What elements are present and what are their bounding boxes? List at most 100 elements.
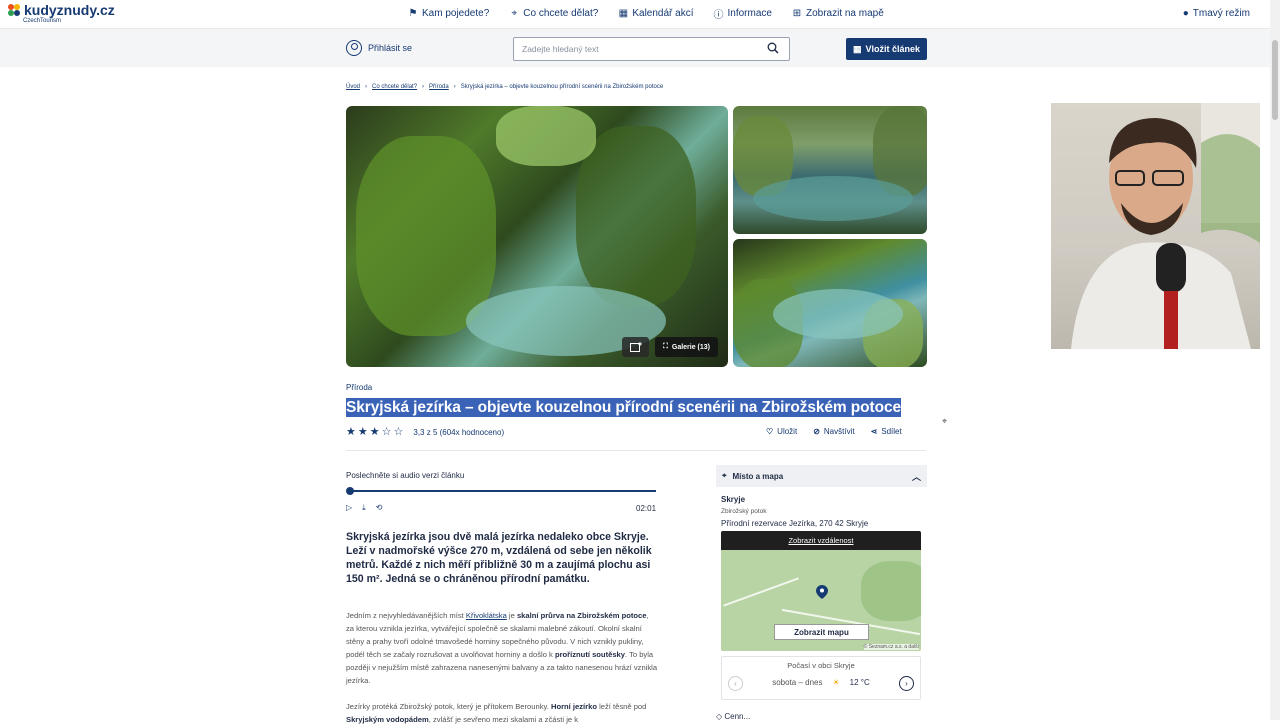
play-icon[interactable]: ▷ — [346, 503, 352, 513]
weather-title: Počasí v obci Skryje — [787, 661, 855, 670]
nav-item-calendar[interactable]: ▦ Kalendář akcí — [618, 8, 694, 19]
pin-icon: ⌖ — [511, 8, 518, 19]
add-article-button[interactable]: ▦ Vložit článek — [846, 38, 927, 60]
audio-title: Poslechněte si audio verzi článku — [346, 471, 465, 480]
download-icon[interactable]: ⤓ — [362, 503, 366, 513]
map-forest — [861, 561, 921, 621]
text: je — [506, 611, 517, 620]
breadcrumb-activities[interactable]: Co chcete dělat? — [372, 84, 417, 90]
nav-item-info[interactable]: ⓘ Informace — [713, 8, 772, 21]
weather-widget: Počasí v obci Skryje ‹ sobota – dnes ☀ 1… — [721, 656, 921, 700]
audio-controls: ▷ ⤓ ⟲ — [346, 503, 382, 513]
logo-star-icon — [8, 4, 21, 17]
sun-icon: ☀ — [832, 678, 840, 687]
breadcrumb-home[interactable]: Úvod — [346, 84, 360, 90]
calendar-icon: ▦ — [618, 8, 629, 19]
text: Jezírky protéká Zbirožský potok, který j… — [346, 702, 551, 711]
place-name: Skryje — [721, 495, 746, 504]
scrollbar[interactable] — [1270, 0, 1280, 720]
speed-icon[interactable]: ⟲ — [376, 503, 383, 513]
add-to-list-button[interactable] — [622, 337, 649, 357]
search-icon[interactable] — [767, 42, 779, 54]
login-label: Přihlásit se — [368, 43, 413, 53]
article-category[interactable]: Příroda — [346, 383, 372, 392]
logo-sub: CzechTourism — [23, 18, 62, 24]
rating[interactable]: ★ ★ ★ ☆ ☆ 3,3 z 5 (604x hodnoceno) — [346, 426, 505, 438]
share-button[interactable]: ⋖ Sdílet — [871, 427, 902, 436]
dark-mode-toggle[interactable]: ● Tmavý režim — [1183, 8, 1250, 19]
star-filled-icon: ★ — [357, 426, 368, 438]
audio-progress[interactable] — [350, 490, 656, 492]
nav-label: Informace — [727, 8, 772, 19]
chevron-up-icon[interactable]: ︿ — [912, 470, 921, 483]
login-button[interactable]: Přihlásit se — [346, 40, 412, 56]
text-bold: Horní jezírko — [550, 702, 597, 711]
save-button[interactable]: ♡ Uložit — [766, 427, 797, 436]
save-label: Uložit — [777, 427, 798, 436]
search-input[interactable]: Zadejte hledaný text — [513, 37, 790, 61]
star-filled-icon: ★ — [346, 426, 356, 438]
nav-label: Kam pojedete? — [422, 8, 490, 19]
link-krivoklatsko[interactable]: Křivoklátska — [466, 611, 507, 620]
chevron-right-icon: › — [365, 84, 368, 90]
map-pin-icon — [816, 585, 828, 599]
logo-text: kudyznudy.cz — [24, 2, 115, 18]
photo-thumb-1[interactable] — [733, 106, 927, 234]
text: Jedním z nejvyhledávanějších míst — [346, 611, 466, 620]
main-menu: ⚑ Kam pojedete? ⌖ Co chcete dělat? ▦ Kalend… — [408, 8, 884, 21]
site-logo[interactable]: kudyznudy.cz CzechTourism — [8, 2, 115, 24]
gallery-button[interactable]: ⛶ Galerie (13) — [655, 337, 718, 357]
nav-item-destinations[interactable]: ⚑ Kam pojedete? — [408, 8, 490, 19]
star-filled-icon: ★ — [369, 426, 380, 438]
dark-mode-label: Tmavý režim — [1192, 8, 1250, 19]
top-nav: kudyznudy.cz CzechTourism ⚑ Kam pojedete?… — [0, 0, 1270, 29]
chevron-right-icon[interactable]: › — [899, 676, 914, 691]
show-map-button[interactable]: Zobrazit mapu — [774, 624, 869, 640]
article-paragraph: Jedním z nejvyhledávanějších míst Křivok… — [346, 609, 658, 687]
location-pin-icon: ⌖ — [722, 471, 727, 480]
map-icon: ⊞ — [792, 8, 802, 19]
text: leží těsně pod — [596, 702, 647, 711]
article-lead: Skryjská jezírka jsou dvě malá jezírka n… — [346, 531, 652, 585]
article-paragraph: Jezírky protéká Zbirožský potok, který j… — [346, 700, 658, 726]
map-copyright: © Seznam.cz a.s. a další — [863, 644, 919, 650]
main-photo[interactable] — [346, 106, 728, 367]
nav-label: Zobrazit na mapě — [805, 8, 884, 19]
place-header-label: Místo a mapa — [732, 471, 784, 481]
photo-thumb-2[interactable] — [733, 239, 927, 367]
audio-progress-handle[interactable] — [346, 487, 354, 495]
place-address: Přírodní rezervace Jezírka, 270 42 Skryj… — [721, 519, 869, 528]
visit-button[interactable]: ⊘ Navštívit — [813, 427, 854, 436]
breadcrumb-nature[interactable]: Příroda — [429, 84, 449, 90]
gallery-label: Galerie (13) — [671, 343, 711, 351]
rating-text: 3,3 z 5 (604x hodnoceno) — [413, 427, 505, 437]
breadcrumb: Úvod › Co chcete dělat? › Příroda › Skryjsk… — [346, 84, 663, 90]
audio-time: 02:01 — [636, 504, 657, 513]
show-distance-link[interactable]: Zobrazit vzdálenost — [721, 531, 921, 550]
article-title: Skryjská jezírka – objevte kouzelnou pří… — [346, 398, 901, 417]
add-article-label: Vložit článek — [865, 44, 921, 54]
star-empty-icon: ☆ — [393, 426, 404, 438]
bulb-icon: ● — [1182, 8, 1189, 19]
fullscreen-icon: ⛶ — [662, 343, 668, 350]
chevron-right-icon: › — [453, 84, 456, 90]
visit-label: Navštívit — [823, 427, 855, 436]
chevron-left-icon[interactable]: ‹ — [728, 676, 743, 691]
share-label: Sdílet — [881, 427, 902, 436]
place-sidebar: ⌖ Místo a mapa ︿ Skryje Zbirožský potok … — [716, 465, 927, 530]
info-icon: ⓘ — [713, 10, 724, 21]
nav-item-map[interactable]: ⊞ Zobrazit na mapě — [792, 8, 884, 19]
article-actions: ♡ Uložit ⊘ Navštívit ⋖ Sdílet — [766, 427, 902, 436]
signpost-icon: ⚑ — [408, 8, 418, 19]
nav-item-activities[interactable]: ⌖ Co chcete dělat? — [509, 8, 598, 19]
nav-label: Kalendář akcí — [632, 8, 694, 19]
weather-temp: 12 °C — [849, 678, 870, 687]
map-widget[interactable]: Zobrazit vzdálenost Zobrazit mapu © Sezn… — [721, 531, 921, 651]
scrollbar-thumb[interactable] — [1272, 40, 1278, 120]
calendar-plus-icon: ▦ — [852, 43, 862, 54]
breadcrumb-current: Skryjská jezírka – objevte kouzelnou pří… — [460, 84, 664, 90]
map-road — [723, 577, 799, 607]
weather-row: sobota – dnes ☀ 12 °C — [722, 678, 920, 687]
place-header[interactable]: ⌖ Místo a mapa ︿ — [716, 465, 927, 487]
cursor-icon: ⌖ — [942, 416, 948, 426]
